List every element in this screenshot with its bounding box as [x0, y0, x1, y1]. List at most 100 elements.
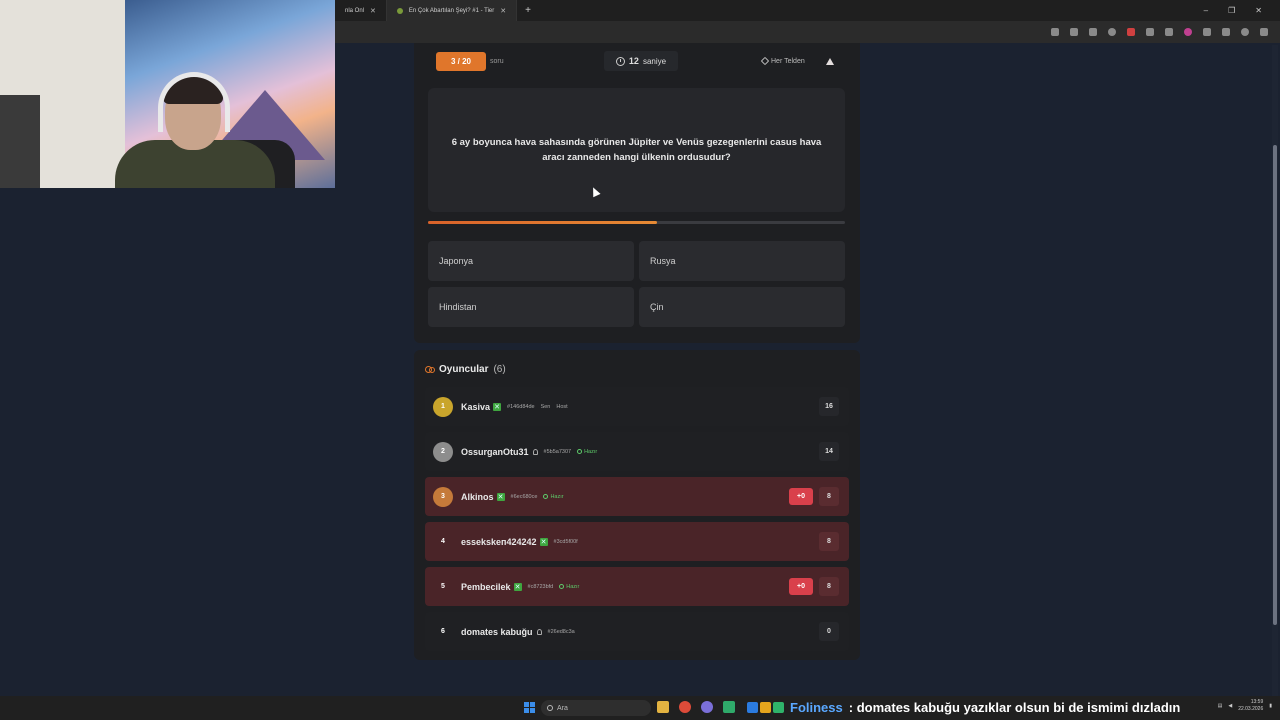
- users-icon: [425, 365, 435, 374]
- player-row: 2 OssurganOtu31 #5b5a7307 Hazır 14: [425, 432, 849, 471]
- chat-badges: [747, 702, 784, 713]
- ready-text: Hazır: [566, 583, 580, 590]
- question-header: 3 / 20 soru 12 saniye Her Telden: [436, 51, 840, 71]
- minimize-button[interactable]: –: [1204, 6, 1208, 15]
- player-id: #6ec680ce: [510, 493, 538, 500]
- extension-icon[interactable]: [1089, 28, 1097, 36]
- chrome-icon[interactable]: [679, 701, 691, 713]
- player-score: 8: [819, 532, 839, 551]
- person-icon: [532, 448, 538, 455]
- rank-badge: 3: [433, 486, 453, 507]
- score-area: 8: [819, 532, 839, 551]
- window-controls: – ❐ ✕: [1204, 6, 1280, 15]
- progress-fill: [428, 221, 658, 224]
- toolbar-icons: [1051, 28, 1280, 36]
- clock-date: 22.03.2026: [1238, 706, 1264, 712]
- tab-label: En Çok Abartılan Şeyi? #1 - Tier: [408, 7, 495, 14]
- favicon-icon: [396, 7, 403, 14]
- tab-previous[interactable]: nla Onl ✕: [335, 0, 387, 21]
- extension-icon[interactable]: [1108, 28, 1116, 36]
- report-button[interactable]: [822, 53, 838, 69]
- players-count: (6): [493, 364, 506, 375]
- score-delta: +0: [789, 578, 813, 595]
- score-area: 14: [819, 442, 839, 461]
- kick-player-icon[interactable]: ✕: [513, 582, 522, 591]
- chat-username: Foliness: [790, 700, 843, 715]
- person-icon: [536, 628, 542, 635]
- player-row: 4 essekskeп424242 ✕ #3cd5f00f 8: [425, 522, 849, 561]
- stream-chat-overlay: Foliness : domates kabuğu yazıklar olsun…: [747, 697, 1180, 718]
- rank-badge: 4: [441, 538, 445, 545]
- score-area: +0 8: [789, 577, 839, 596]
- extension-icon[interactable]: [1165, 28, 1173, 36]
- network-icon[interactable]: ▤: [1218, 703, 1223, 709]
- player-row: 1 Kasiva ✕ #146d84de Sen Host 16: [425, 387, 849, 426]
- player-score: 14: [819, 442, 839, 461]
- volume-icon[interactable]: ◀: [1228, 703, 1232, 709]
- score-area: +0 8: [789, 487, 839, 506]
- answer-option-3[interactable]: Hindistan: [428, 287, 634, 327]
- player-id: #146d84de: [507, 403, 535, 410]
- timer-unit: saniye: [642, 56, 667, 66]
- extension-icon[interactable]: [1127, 28, 1135, 36]
- you-label: Sen: [540, 403, 551, 410]
- close-window-button[interactable]: ✕: [1255, 6, 1262, 15]
- player-name: Pembecilek: [461, 581, 511, 592]
- score-delta: +0: [789, 488, 813, 505]
- tab-active[interactable]: En Çok Abartılan Şeyi? #1 - Tier ✕: [386, 0, 518, 21]
- new-tab-button[interactable]: +: [517, 5, 539, 16]
- question-word: soru: [490, 57, 504, 65]
- windows-start-icon[interactable]: [524, 702, 535, 713]
- file-explorer-icon[interactable]: [657, 701, 669, 713]
- player-row: 3 Alkinos ✕ #6ec680ce Hazır +0 8: [425, 477, 849, 516]
- rank-badge: 5: [441, 583, 445, 590]
- menu-dots-icon[interactable]: [1260, 28, 1268, 36]
- profile-avatar-icon[interactable]: [1241, 28, 1249, 36]
- check-circle-icon: [543, 494, 549, 499]
- player-score: 8: [819, 487, 839, 506]
- notification-icon[interactable]: ▮: [1269, 703, 1272, 709]
- timer: 12 saniye: [604, 51, 678, 71]
- player-score: 8: [819, 577, 839, 596]
- question-panel: 3 / 20 soru 12 saniye Her Telden 6 ay bo…: [414, 43, 860, 343]
- clock[interactable]: 13:59 22.03.2026: [1238, 699, 1263, 713]
- answer-option-1[interactable]: Japonya: [428, 241, 634, 281]
- kick-player-icon[interactable]: ✕: [493, 402, 502, 411]
- install-icon[interactable]: [1051, 28, 1059, 36]
- badge-icon: [760, 702, 771, 713]
- kick-player-icon[interactable]: ✕: [539, 537, 548, 546]
- ready-status: Hazır: [577, 449, 597, 455]
- time-progress-bar: [428, 221, 845, 224]
- restore-button[interactable]: ❐: [1228, 6, 1235, 15]
- close-tab-icon[interactable]: ✕: [370, 7, 376, 15]
- sidebar-icon[interactable]: [1222, 28, 1230, 36]
- chat-message: : domates kabuğu yazıklar olsun bi de is…: [848, 700, 1181, 715]
- clock-time: 13:59: [1250, 699, 1264, 705]
- score-area: 0: [819, 622, 839, 641]
- discord-icon[interactable]: [701, 701, 713, 713]
- ready-text: Hazır: [550, 493, 564, 500]
- tab-label: nla Onl: [345, 7, 365, 14]
- kick-player-icon[interactable]: ✕: [496, 492, 505, 501]
- question-text: 6 ay boyunca hava sahasında görünen Jüpi…: [451, 137, 822, 163]
- taskbar-search[interactable]: Ara: [541, 700, 651, 716]
- close-tab-icon[interactable]: ✕: [500, 7, 506, 15]
- app-icon[interactable]: [723, 701, 735, 713]
- score-area: 16: [819, 397, 839, 416]
- extension-icon[interactable]: [1184, 28, 1192, 36]
- question-box: 6 ay boyunca hava sahasında görünen Jüpi…: [428, 88, 845, 212]
- badge-icon: [773, 702, 784, 713]
- scroll-thumb[interactable]: [1273, 145, 1277, 625]
- player-name: Kasiva: [461, 401, 491, 412]
- answer-option-4[interactable]: Çin: [639, 287, 845, 327]
- clock-icon: [615, 56, 625, 66]
- rank-badge: 6: [441, 628, 445, 635]
- extension-icon[interactable]: [1146, 28, 1154, 36]
- answer-option-2[interactable]: Rusya: [639, 241, 845, 281]
- players-panel: Oyuncular (6) 1 Kasiva ✕ #146d84de Sen Host 16…: [414, 350, 860, 660]
- puzzle-icon[interactable]: [1203, 28, 1211, 36]
- answer-grid: Japonya Rusya Hindistan Çin: [428, 241, 845, 327]
- player-name: essekskeп424242: [461, 536, 537, 547]
- page-scrollbar[interactable]: [1272, 45, 1278, 700]
- bookmark-star-icon[interactable]: [1070, 28, 1078, 36]
